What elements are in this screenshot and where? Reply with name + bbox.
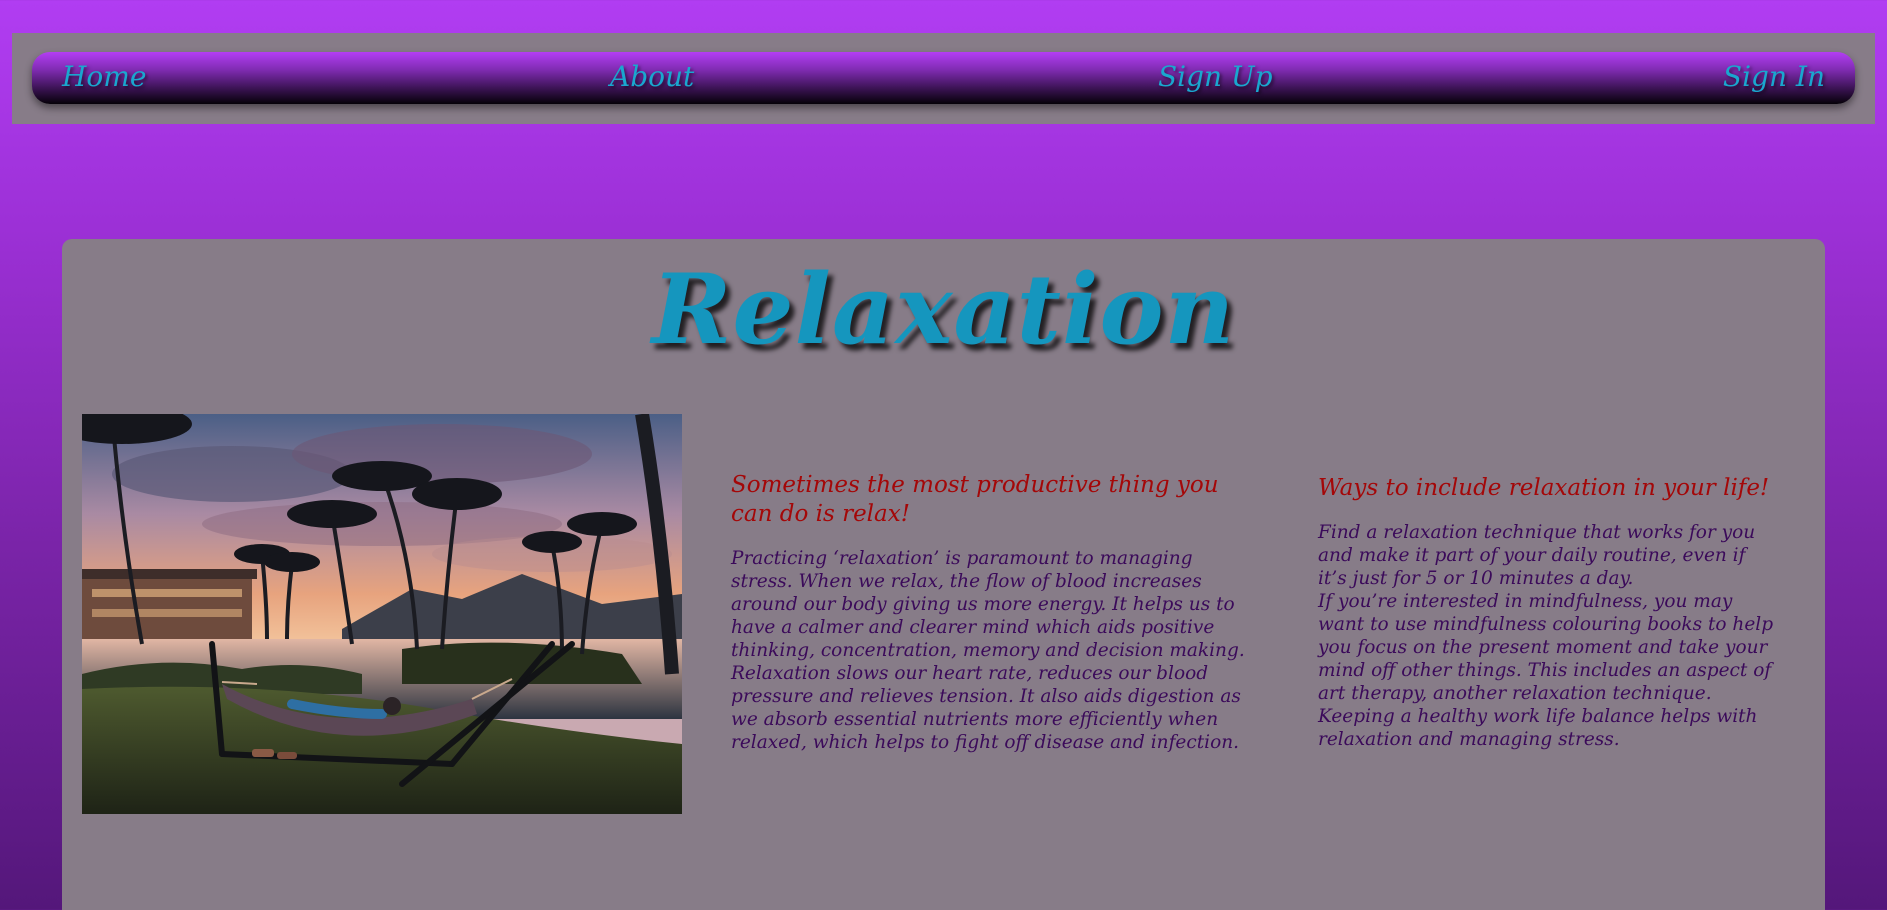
nav-link-about[interactable]: About [610, 60, 694, 93]
section-heading: Sometimes the most productive thing you … [731, 472, 1219, 527]
relax-productive-section: Sometimes the most productive thing you … [731, 471, 1256, 754]
section-paragraph: Practicing ‘relaxation’ is paramount to … [731, 548, 1245, 661]
hammock-photo [82, 414, 682, 814]
ways-to-relax-section: Ways to include relaxation in your life!… [1318, 474, 1778, 751]
section-heading: Ways to include relaxation in your life! [1318, 475, 1770, 501]
section-paragraph: If you’re interested in mindfulness, you… [1318, 591, 1774, 704]
nav-link-sign-in[interactable]: Sign In [1723, 60, 1825, 93]
page-title: Relaxation [651, 253, 1236, 366]
section-paragraph: Relaxation slows our heart rate, reduces… [731, 663, 1241, 753]
navbar-container: Home About Sign Up Sign In [12, 33, 1875, 124]
nav-link-home[interactable]: Home [62, 60, 146, 93]
main-content-panel: Relaxation Sometimes the most productive… [62, 239, 1825, 910]
photo-illustration [82, 414, 682, 814]
section-paragraph: Keeping a healthy work life balance help… [1318, 706, 1758, 750]
section-paragraph: Find a relaxation technique that works f… [1318, 522, 1756, 589]
navbar: Home About Sign Up Sign In [32, 52, 1855, 104]
nav-link-sign-up[interactable]: Sign Up [1158, 60, 1273, 93]
